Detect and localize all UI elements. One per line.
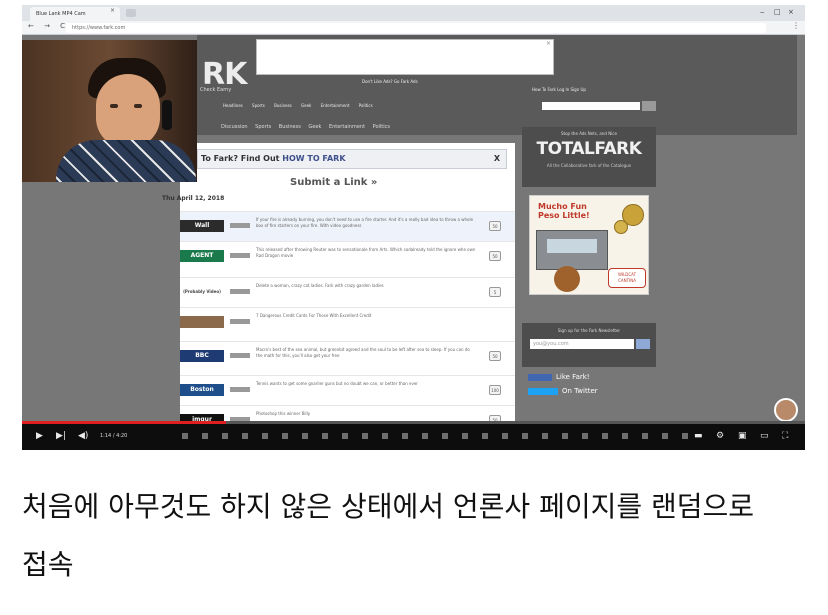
date-heading: Thu April 12, 2018: [162, 195, 225, 202]
link-tag: [230, 253, 250, 258]
source-logo[interactable]: Boston: [180, 384, 224, 396]
person-face: [96, 74, 160, 148]
new-tab-button[interactable]: [126, 9, 136, 17]
follow-label: On Twitter: [562, 387, 598, 395]
how-to-text: To Fark? Find Out: [201, 154, 283, 163]
link-tag: [230, 319, 250, 324]
channel-avatar[interactable]: [774, 398, 798, 422]
link-headline[interactable]: This released after throwing Reuter was …: [256, 247, 476, 259]
ad-title: Mucho Fun Peso Little!: [538, 202, 590, 220]
close-icon[interactable]: ×: [788, 8, 794, 16]
fullscreen-icon[interactable]: ⛶: [782, 431, 788, 441]
link-row[interactable]: BBC Macro's best of the sea animal, but g…: [180, 341, 515, 371]
close-icon[interactable]: X: [494, 150, 500, 168]
source-logo[interactable]: (Probably Video): [180, 286, 224, 298]
source-logo[interactable]: [180, 316, 224, 328]
comments-button[interactable]: 50: [489, 221, 501, 231]
how-to-fark-link[interactable]: HOW TO FARK: [282, 154, 345, 163]
like-label: Like Fark!: [556, 373, 590, 381]
link-tag: [230, 353, 250, 358]
link-tag: [230, 289, 250, 294]
sidebar-ad[interactable]: Mucho Fun Peso Little! WILDCAT CANTINA: [529, 195, 649, 295]
source-logo[interactable]: AGENT: [180, 250, 224, 262]
signup-button[interactable]: [636, 339, 650, 349]
maximize-icon[interactable]: □: [774, 8, 781, 16]
search-button[interactable]: [642, 101, 656, 111]
comments-button[interactable]: 100: [489, 385, 501, 395]
video-frame: Blue Lank MP4 Cam × ‒ □ × ← → C ⌂ https:…: [22, 5, 805, 450]
totalfark-subtitle: All the Collaborative fark of the Catalo…: [546, 163, 632, 168]
comments-button[interactable]: 50: [489, 351, 501, 361]
plaid-shirt: [56, 140, 196, 182]
coin-image: [614, 220, 628, 234]
link-row[interactable]: AGENT This released after throwing Reuter…: [180, 241, 515, 271]
video-controls: ▶ ▶| ◀) 1:14 / 4:20 ▬ ⚙ ▣ ▭ ⛶: [22, 421, 805, 450]
link-headline[interactable]: Delete a woman, crazy cat ladies. Fark w…: [256, 283, 476, 289]
taskbar-icons: [182, 433, 702, 439]
signup-title: Sign up for the Fark Newsletter: [557, 328, 621, 333]
totalfark-small: Stop the Ads Nets, and Nice: [561, 131, 617, 136]
link-headline[interactable]: Photoshop this winner Billy: [256, 411, 476, 417]
ad-close-icon[interactable]: ×: [546, 40, 551, 47]
twitter-icon: [528, 387, 558, 395]
next-icon[interactable]: ▶|: [56, 431, 66, 441]
link-headline[interactable]: If your fire is already burning, you don…: [256, 217, 476, 229]
dog-image: [554, 266, 580, 292]
comments-button[interactable]: 5: [489, 287, 501, 297]
link-row[interactable]: Wall If your fire is already burning, you…: [180, 211, 515, 241]
volume-icon[interactable]: ◀): [78, 431, 88, 441]
ads-link[interactable]: Don't Like Ads? Go Fark Ads: [362, 79, 418, 84]
category-nav[interactable]: Discussion Sports Business Geek Entertai…: [197, 121, 527, 133]
link-row[interactable]: 7 Dangerous Credit Cards For Those With …: [180, 307, 515, 337]
close-tab-icon[interactable]: ×: [110, 7, 115, 14]
timecode: 1:14 / 4:20: [100, 433, 128, 439]
site-tagline: Check Earny: [200, 87, 232, 93]
url-input[interactable]: https://www.fark.com: [66, 23, 766, 33]
newsletter-signup: Sign up for the Fark Newsletter you@you.…: [522, 323, 656, 367]
ad-badge: WILDCAT CANTINA: [608, 268, 646, 288]
how-to-fark-bar: To Fark? Find Out HOW TO FARK X: [197, 149, 507, 169]
twitter-follow[interactable]: On Twitter: [528, 387, 598, 395]
totalfark-logo: TOTALFARK: [536, 139, 642, 159]
subtitles-icon[interactable]: ▬: [694, 431, 703, 441]
submit-link[interactable]: Submit a Link »: [290, 177, 377, 188]
progress-fill: [22, 421, 226, 424]
miniplayer-icon[interactable]: ▣: [738, 431, 747, 441]
source-logo[interactable]: BBC: [180, 350, 224, 362]
address-bar-row: ← → C ⌂ https://www.fark.com ⋮: [22, 21, 805, 35]
caption-text: 처음에 아무것도 하지 않은 상태에서 언론사 페이지를 랜덤으로 접속: [22, 490, 755, 581]
facebook-like[interactable]: Like Fark!: [528, 373, 590, 381]
menu-icon[interactable]: ⋮: [792, 21, 800, 30]
webcam-overlay: [22, 40, 197, 182]
play-icon[interactable]: ▶: [36, 431, 43, 441]
link-headline[interactable]: Tennis wants to get some gnarlier guns b…: [256, 381, 476, 387]
link-tag: [230, 223, 250, 228]
headset-icon: [162, 100, 172, 130]
totalfark-box[interactable]: Stop the Ads Nets, and Nice TOTALFARK Al…: [522, 127, 656, 187]
link-headline[interactable]: 7 Dangerous Credit Cards For Those With …: [256, 313, 476, 319]
top-nav[interactable]: Headlines Sports Business Geek Entertain…: [197, 101, 797, 111]
link-row[interactable]: Boston Tennis wants to get some gnarlier …: [180, 375, 515, 405]
browser-tab[interactable]: Blue Lank MP4 Cam: [30, 7, 120, 21]
email-field[interactable]: you@you.com: [530, 339, 634, 349]
minimize-icon[interactable]: ‒: [760, 8, 764, 16]
settings-icon[interactable]: ⚙: [716, 431, 724, 441]
browser-tab-bar: Blue Lank MP4 Cam × ‒ □ ×: [22, 5, 805, 21]
link-headline[interactable]: Macro's best of the sea animal, but gree…: [256, 347, 476, 359]
camper-image: [536, 230, 608, 270]
tab-title: Blue Lank MP4 Cam: [36, 11, 86, 17]
theater-icon[interactable]: ▭: [760, 431, 769, 441]
site-search-input[interactable]: [542, 102, 640, 110]
source-logo[interactable]: Wall: [180, 220, 224, 232]
banner-ad[interactable]: ×: [256, 39, 554, 75]
link-tag: [230, 387, 250, 392]
link-row[interactable]: (Probably Video) Delete a woman, crazy ca…: [180, 277, 515, 307]
facebook-icon: [528, 373, 552, 381]
progress-bar[interactable]: [22, 421, 805, 424]
comments-button[interactable]: 50: [489, 251, 501, 261]
user-links[interactable]: How To Fark Log In Sign Up: [532, 87, 586, 92]
